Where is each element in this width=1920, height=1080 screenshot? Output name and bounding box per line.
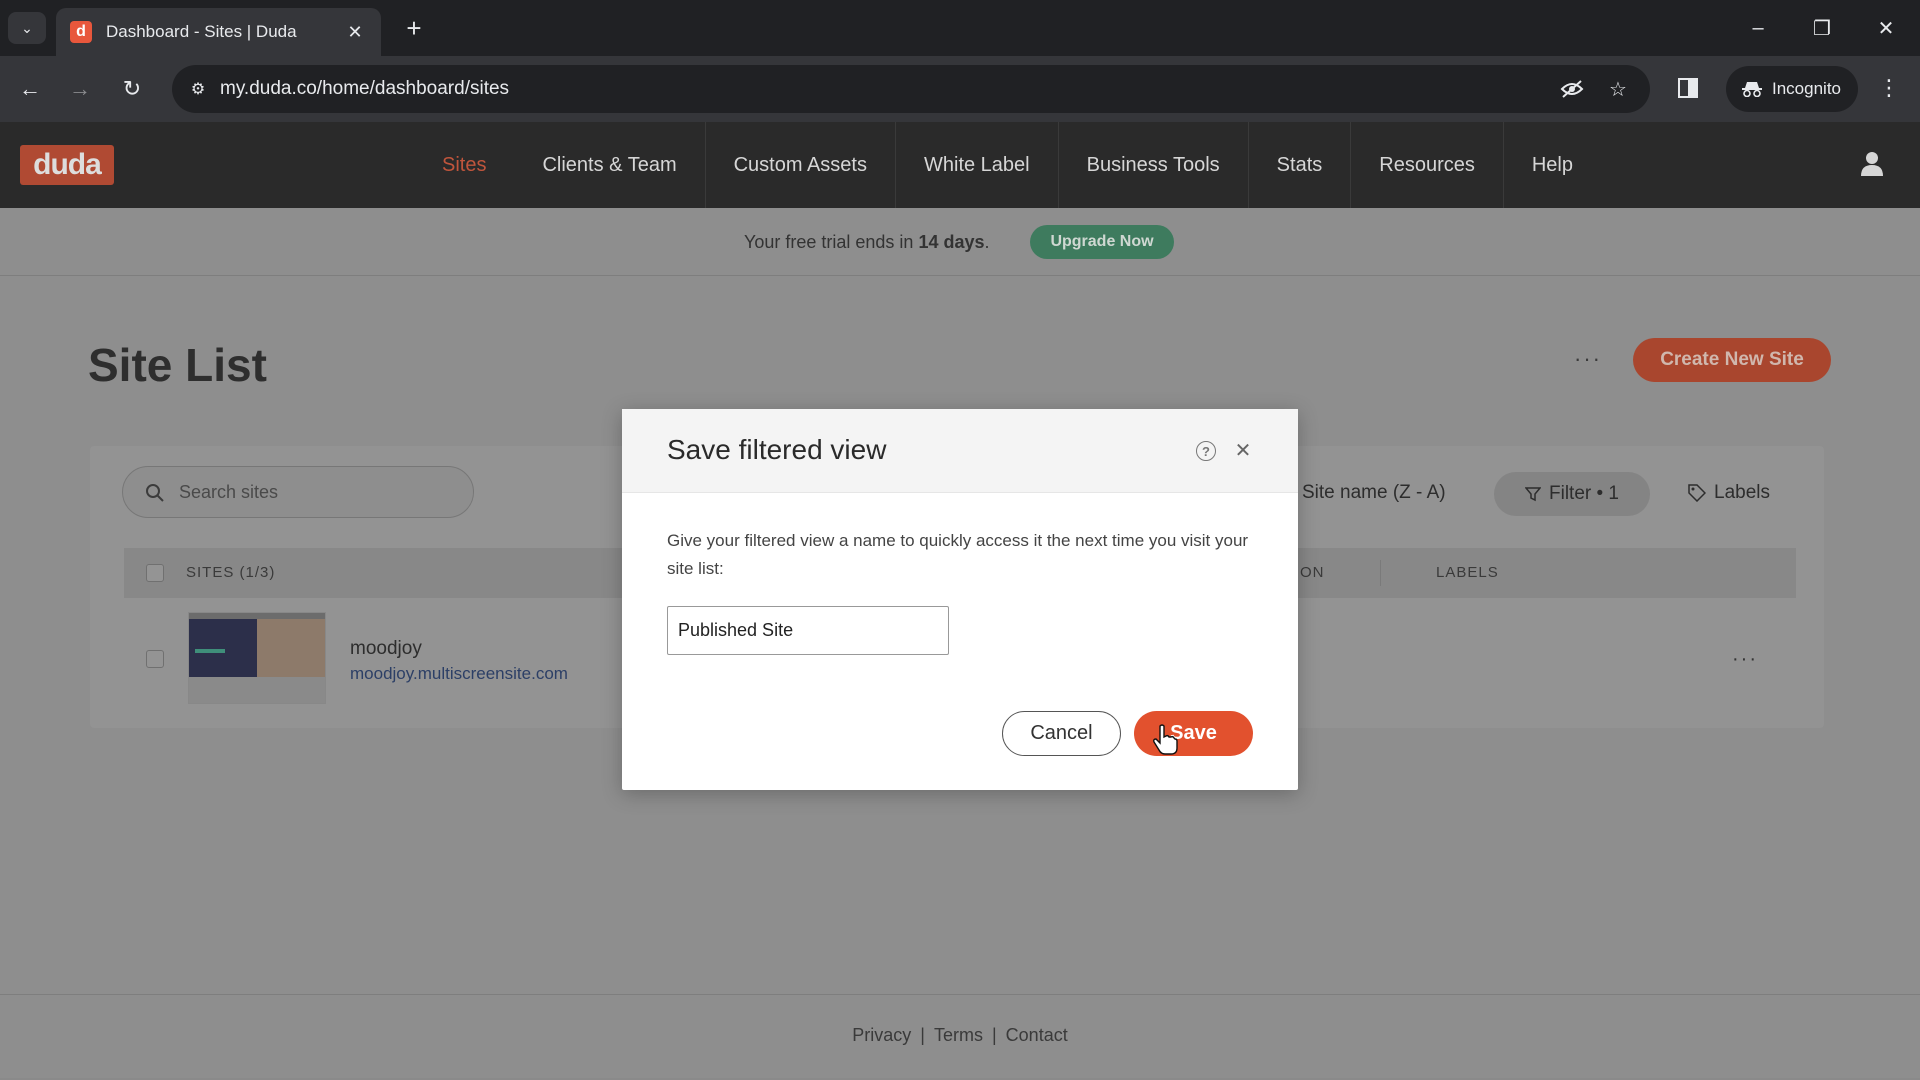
trial-days: 14 days [918,232,985,252]
app-header: duda Sites Clients & Team Custom Assets … [0,122,1920,208]
reload-icon[interactable]: ↻ [114,71,150,107]
sites-column-header: SITES (1/3) [186,564,276,581]
footer-separator: | [991,1025,997,1045]
site-url-link[interactable]: moodjoy.multiscreensite.com [350,664,568,684]
close-icon[interactable]: ✕ [1232,439,1254,462]
url-text[interactable]: my.duda.co/home/dashboard/sites [220,78,509,100]
page-title: Site List [88,339,267,391]
site-name[interactable]: moodjoy [350,638,422,660]
save-filtered-view-dialog: Save filtered view ? ✕ Give your filtere… [622,409,1298,790]
create-new-site-button[interactable]: Create New Site [1633,338,1831,382]
nav-stats[interactable]: Stats [1249,122,1352,208]
filter-button[interactable]: Filter • 1 [1494,472,1650,516]
user-icon[interactable] [1858,150,1886,178]
dialog-title: Save filtered view [667,434,887,465]
filter-label: Filter • 1 [1549,483,1619,504]
duda-logo[interactable]: duda [20,145,114,185]
select-all-checkbox[interactable] [146,564,164,582]
nav-business-tools[interactable]: Business Tools [1059,122,1249,208]
column-divider [1380,560,1381,586]
side-panel-icon[interactable] [1672,70,1704,106]
restore-icon[interactable]: ❐ [1798,10,1846,46]
dialog-header: Save filtered view ? ✕ [622,409,1298,493]
footer-separator: | [920,1025,925,1045]
forward-icon[interactable]: → [62,71,98,107]
contact-link[interactable]: Contact [1006,1025,1068,1045]
address-bar[interactable]: ⚙ my.duda.co/home/dashboard/sites ☆ [172,65,1650,113]
search-placeholder: Search sites [179,482,279,502]
partial-column-header: ON [1300,564,1325,581]
dialog-description: Give your filtered view a name to quickl… [667,531,1249,578]
trial-text: Your free trial ends in 14 days. [744,232,990,252]
terms-link[interactable]: Terms [934,1025,983,1045]
eye-off-icon[interactable] [1558,75,1586,103]
back-icon[interactable]: ← [12,71,48,107]
labels-column-header[interactable]: LABELS [1436,564,1499,581]
nav-resources[interactable]: Resources [1351,122,1504,208]
incognito-label: Incognito [1772,79,1841,98]
thumbnail-accent [195,649,225,653]
tab-search-icon[interactable]: ⌄ [8,12,46,44]
nav-clients-team[interactable]: Clients & Team [514,122,706,208]
more-options-icon[interactable]: ··· [1574,346,1602,372]
site-thumbnail[interactable] [188,612,326,704]
nav-white-label[interactable]: White Label [896,122,1059,208]
browser-menu-kebab-icon[interactable]: ⋮ [1874,70,1904,106]
filter-icon [1525,487,1541,502]
incognito-icon [1742,81,1762,98]
tab-title: Dashboard - Sites | Duda [106,22,297,41]
nav-sites[interactable]: Sites [414,122,514,208]
incognito-badge[interactable]: Incognito [1726,66,1858,112]
nav-help[interactable]: Help [1504,122,1601,208]
trial-banner: Your free trial ends in 14 days. Upgrade… [0,208,1920,276]
privacy-link[interactable]: Privacy [852,1025,911,1045]
duda-favicon-icon: d [70,21,92,43]
thumbnail-photo [257,619,325,677]
cancel-button[interactable]: Cancel [1002,711,1121,756]
view-name-input[interactable] [667,606,949,655]
labels-button-label: Labels [1714,482,1770,503]
page-footer: Privacy | Terms | Contact [0,994,1920,1078]
upgrade-now-button[interactable]: Upgrade Now [1030,225,1174,259]
row-checkbox[interactable] [146,650,164,668]
minimize-icon[interactable]: – [1734,10,1782,46]
star-icon[interactable]: ☆ [1604,75,1632,103]
site-settings-icon[interactable]: ⚙ [186,77,210,101]
cursor-icon [1152,724,1178,756]
footer-links: Privacy | Terms | Contact [0,1025,1920,1046]
tag-icon [1688,484,1707,503]
browser-tab-bar: ⌄ d Dashboard - Sites | Duda ✕ + – ❐ ✕ [0,0,1920,56]
help-icon[interactable]: ? [1196,441,1216,461]
main-nav: Sites Clients & Team Custom Assets White… [414,122,1601,208]
browser-toolbar: ← → ↻ ⚙ my.duda.co/home/dashboard/sites … [0,56,1920,122]
browser-tab[interactable]: d Dashboard - Sites | Duda ✕ [56,8,381,56]
labels-button[interactable]: Labels [1688,482,1770,504]
row-more-icon[interactable]: ··· [1732,648,1758,671]
thumbnail-footer [189,677,325,703]
search-input[interactable]: Search sites [122,466,474,518]
tab-close-icon[interactable]: ✕ [343,22,367,43]
search-icon [145,483,165,503]
nav-custom-assets[interactable]: Custom Assets [706,122,896,208]
new-tab-plus-icon[interactable]: + [398,12,430,44]
sort-dropdown[interactable]: Site name (Z - A) [1302,482,1446,504]
window-close-icon[interactable]: ✕ [1862,10,1910,46]
